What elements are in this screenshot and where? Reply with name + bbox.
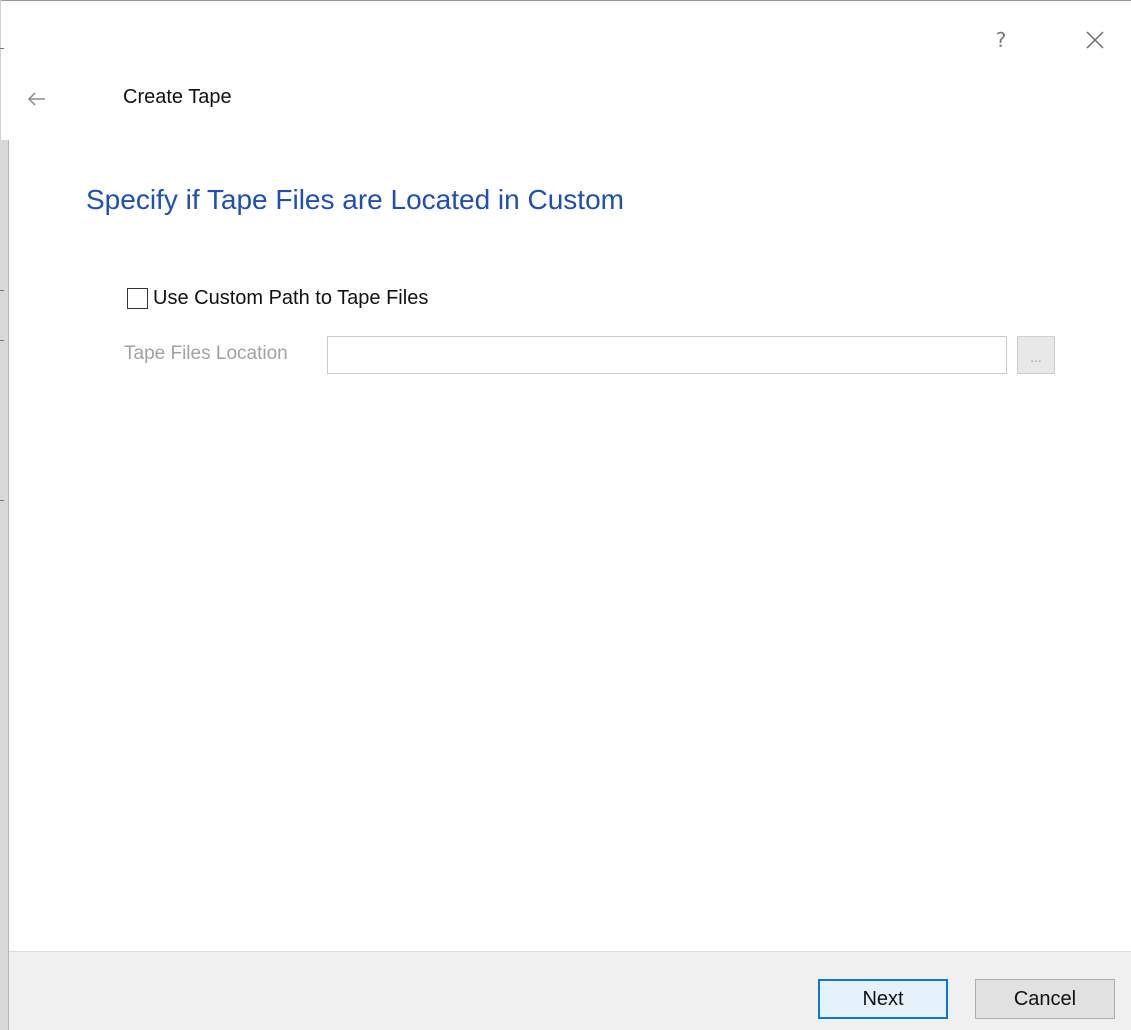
window-top-border <box>0 0 1131 1</box>
browse-button[interactable]: ... <box>1017 336 1055 374</box>
next-button[interactable]: Next <box>818 979 948 1019</box>
dialog-title: Create Tape <box>123 86 232 108</box>
background-tick <box>0 500 4 501</box>
help-icon: ? <box>995 28 1007 52</box>
footer-bar <box>9 951 1131 1030</box>
back-button[interactable] <box>20 82 54 116</box>
background-tick <box>0 290 4 291</box>
page-heading: Specify if Tape Files are Located in Cus… <box>86 184 624 215</box>
gutter-divider <box>8 140 9 1030</box>
background-window-edge <box>0 140 8 1030</box>
close-button[interactable] <box>1075 22 1115 58</box>
background-tick <box>0 48 4 49</box>
checkbox-box[interactable] <box>127 288 148 309</box>
back-arrow-icon <box>27 92 45 106</box>
use-custom-path-checkbox[interactable]: Use Custom Path to Tape Files <box>127 287 428 310</box>
create-tape-dialog: ? Create Tape Specify if Tape Files are … <box>0 0 1131 1030</box>
tape-files-location-label: Tape Files Location <box>124 343 288 364</box>
tape-files-location-input[interactable] <box>327 336 1007 374</box>
close-icon <box>1086 31 1104 49</box>
background-tick <box>0 340 4 341</box>
checkbox-label: Use Custom Path to Tape Files <box>153 287 429 309</box>
help-button[interactable]: ? <box>983 22 1019 58</box>
ellipsis-icon: ... <box>1030 349 1042 365</box>
cancel-button[interactable]: Cancel <box>975 979 1115 1019</box>
